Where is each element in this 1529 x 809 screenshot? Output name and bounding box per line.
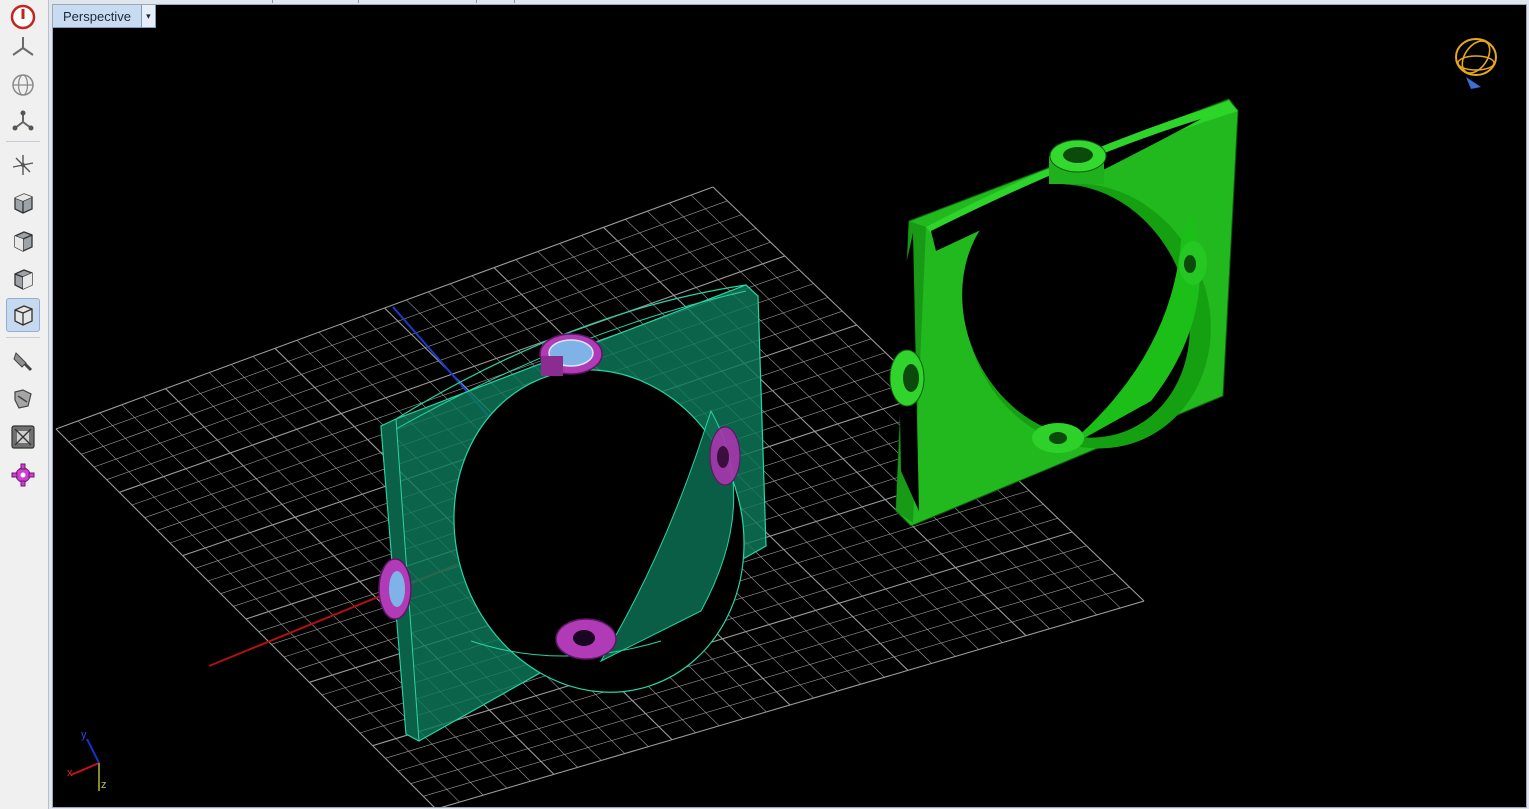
axis-label-z: z <box>101 779 107 791</box>
axes-gizmo-icon <box>12 155 34 175</box>
toolbar-separator <box>6 337 40 338</box>
perspective-view-icon <box>12 37 34 56</box>
stone-setting-left[interactable] <box>378 558 412 620</box>
grid-line <box>55 428 435 807</box>
top-view-button[interactable] <box>6 186 40 220</box>
render-tool-icon <box>13 352 33 372</box>
axis-label-y: y <box>81 729 87 741</box>
axes-gizmo-button[interactable] <box>6 148 40 182</box>
front-view-cube-icon <box>14 231 33 252</box>
render-tool-button[interactable] <box>6 344 40 378</box>
viewport-menu-dropdown[interactable]: ▾ <box>140 5 155 27</box>
axis-label-x: x <box>67 767 73 779</box>
globe-view-button[interactable] <box>6 68 40 102</box>
top-view-cube-icon <box>14 193 33 214</box>
viewport-tab[interactable]: Perspective ▾ <box>53 5 156 28</box>
snap-nodes-icon <box>12 110 34 131</box>
zoom-extents-button[interactable] <box>6 420 40 454</box>
navigation-orb-icon[interactable] <box>1455 36 1497 89</box>
ring-setting-top[interactable] <box>1049 139 1107 184</box>
snap-nodes-button[interactable] <box>6 104 40 138</box>
ring-setting-left[interactable] <box>889 349 925 407</box>
pan-tool-icon <box>14 389 32 409</box>
ring-setting-bottom[interactable] <box>1032 423 1084 453</box>
pan-tool-button[interactable] <box>6 382 40 416</box>
top-tab-stub[interactable] <box>272 0 359 3</box>
top-tab-stub[interactable] <box>148 0 273 3</box>
stone-setting-right[interactable] <box>709 426 741 486</box>
left-toolbar <box>0 0 49 809</box>
top-tab-stub[interactable] <box>476 0 515 3</box>
top-tab-stub[interactable] <box>358 0 477 3</box>
zoom-extents-icon <box>11 425 35 449</box>
ring-setting-right[interactable] <box>1179 241 1207 285</box>
power-button[interactable] <box>6 0 40 34</box>
settings-button[interactable] <box>6 458 40 492</box>
viewport-name[interactable]: Perspective <box>53 5 141 27</box>
iso-view-cube-icon <box>14 305 33 326</box>
perspective-view-button[interactable] <box>6 30 40 64</box>
right-view-button[interactable] <box>6 262 40 296</box>
globe-icon <box>12 74 34 96</box>
toolbar-separator <box>6 141 40 142</box>
power-icon <box>10 4 36 30</box>
scene-canvas[interactable] <box>53 5 1526 807</box>
stone-setting-bottom[interactable] <box>555 618 617 660</box>
iso-view-button[interactable] <box>6 298 40 332</box>
front-view-button[interactable] <box>6 224 40 258</box>
ring-unselected[interactable] <box>889 98 1254 527</box>
viewport[interactable]: y x z Perspective ▾ <box>52 4 1527 808</box>
settings-gear-icon <box>11 463 35 487</box>
right-view-cube-icon <box>14 269 33 290</box>
axis-triad <box>70 738 100 791</box>
